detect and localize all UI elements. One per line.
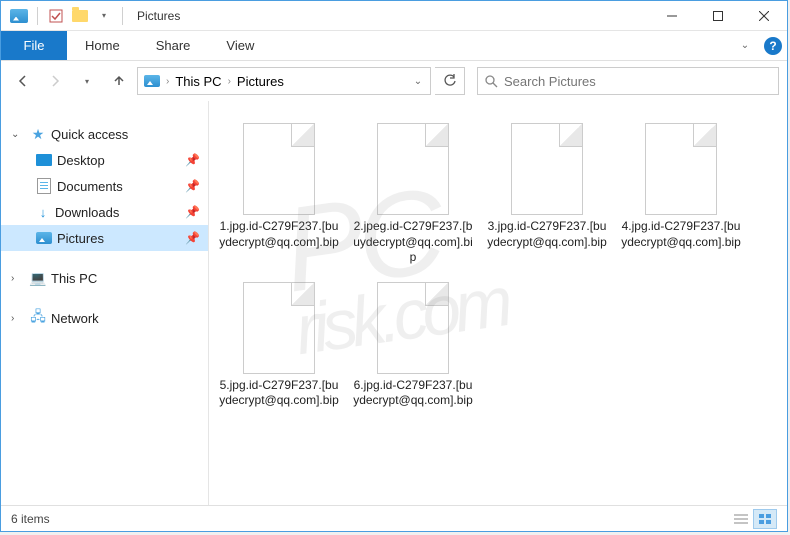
back-button[interactable] xyxy=(9,67,37,95)
titlebar: ▾ Pictures xyxy=(1,1,787,31)
help-button[interactable]: ? xyxy=(759,31,787,60)
chevron-right-icon[interactable]: › xyxy=(11,273,25,284)
breadcrumb-pictures[interactable]: Pictures xyxy=(233,74,288,89)
search-input[interactable] xyxy=(504,74,772,89)
documents-icon xyxy=(35,177,53,195)
sidebar-this-pc[interactable]: › 💻 This PC xyxy=(1,265,208,291)
pictures-icon xyxy=(35,229,53,247)
file-icon xyxy=(645,123,717,215)
tab-share[interactable]: Share xyxy=(138,31,209,60)
sidebar-network[interactable]: › 🖧 Network xyxy=(1,305,208,331)
separator xyxy=(37,7,38,25)
search-box[interactable] xyxy=(477,67,779,95)
chevron-right-icon[interactable]: › xyxy=(226,76,233,87)
chevron-right-icon[interactable]: › xyxy=(164,76,171,87)
pc-icon: 💻 xyxy=(29,269,47,287)
ribbon-expand-icon[interactable]: ⌄ xyxy=(731,31,759,60)
file-name: 6.jpg.id-C279F237.[buydecrypt@qq.com].bi… xyxy=(353,378,473,409)
sidebar-item-documents[interactable]: Documents 📌 xyxy=(1,173,208,199)
address-bar[interactable]: › This PC › Pictures ⌄ xyxy=(137,67,431,95)
details-view-button[interactable] xyxy=(729,509,753,529)
sidebar-item-label: Downloads xyxy=(55,205,119,220)
sidebar-quick-access[interactable]: ⌄ ★ Quick access xyxy=(1,121,208,147)
navigation-pane: ⌄ ★ Quick access Desktop 📌 Documents 📌 D… xyxy=(1,101,209,505)
sidebar-item-label: Desktop xyxy=(57,153,105,168)
close-button[interactable] xyxy=(741,1,787,31)
file-item[interactable]: 6.jpg.id-C279F237.[buydecrypt@qq.com].bi… xyxy=(351,276,475,415)
properties-icon[interactable] xyxy=(46,6,66,26)
pin-icon: 📌 xyxy=(185,153,200,167)
file-item[interactable]: 4.jpg.id-C279F237.[buydecrypt@qq.com].bi… xyxy=(619,117,743,272)
file-item[interactable]: 5.jpg.id-C279F237.[buydecrypt@qq.com].bi… xyxy=(217,276,341,415)
chevron-right-icon[interactable]: › xyxy=(11,313,25,324)
file-name: 3.jpg.id-C279F237.[buydecrypt@qq.com].bi… xyxy=(487,219,607,250)
file-item[interactable]: 1.jpg.id-C279F237.[buydecrypt@qq.com].bi… xyxy=(217,117,341,272)
pin-icon: 📌 xyxy=(185,205,200,219)
app-icon xyxy=(9,6,29,26)
separator xyxy=(122,7,123,25)
sidebar-item-label: Network xyxy=(51,311,99,326)
tab-home[interactable]: Home xyxy=(67,31,138,60)
file-name: 4.jpg.id-C279F237.[buydecrypt@qq.com].bi… xyxy=(621,219,741,250)
network-icon: 🖧 xyxy=(29,309,47,327)
chevron-down-icon[interactable]: ⌄ xyxy=(11,129,25,140)
sidebar-item-label: Quick access xyxy=(51,127,128,142)
recent-dropdown-icon[interactable]: ▾ xyxy=(73,67,101,95)
file-tab[interactable]: File xyxy=(1,31,67,60)
icons-view-button[interactable] xyxy=(753,509,777,529)
navbar: ▾ › This PC › Pictures ⌄ xyxy=(1,61,787,101)
pin-icon: 📌 xyxy=(185,231,200,245)
sidebar-item-downloads[interactable]: Downloads 📌 xyxy=(1,199,208,225)
address-dropdown-icon[interactable]: ⌄ xyxy=(408,76,428,87)
desktop-icon xyxy=(35,151,53,169)
item-count: 6 items xyxy=(11,512,50,526)
sidebar-item-desktop[interactable]: Desktop 📌 xyxy=(1,147,208,173)
file-icon xyxy=(243,123,315,215)
explorer-window: ▾ Pictures File Home Share View ⌄ ? xyxy=(0,0,788,532)
file-icon xyxy=(377,123,449,215)
up-button[interactable] xyxy=(105,67,133,95)
sidebar-item-pictures[interactable]: Pictures 📌 xyxy=(1,225,208,251)
file-list-pane[interactable]: 1.jpg.id-C279F237.[buydecrypt@qq.com].bi… xyxy=(209,101,787,505)
file-name: 5.jpg.id-C279F237.[buydecrypt@qq.com].bi… xyxy=(219,378,339,409)
folder-icon[interactable] xyxy=(70,6,90,26)
statusbar: 6 items xyxy=(1,505,787,531)
breadcrumb-this-pc[interactable]: This PC xyxy=(171,74,225,89)
maximize-button[interactable] xyxy=(695,1,741,31)
file-name: 2.jpeg.id-C279F237.[buydecrypt@qq.com].b… xyxy=(353,219,473,266)
file-icon xyxy=(243,282,315,374)
file-item[interactable]: 2.jpeg.id-C279F237.[buydecrypt@qq.com].b… xyxy=(351,117,475,272)
forward-button[interactable] xyxy=(41,67,69,95)
sidebar-item-label: Documents xyxy=(57,179,123,194)
ribbon: File Home Share View ⌄ ? xyxy=(1,31,787,61)
pin-icon: 📌 xyxy=(185,179,200,193)
star-icon: ★ xyxy=(29,125,47,143)
file-item[interactable]: 3.jpg.id-C279F237.[buydecrypt@qq.com].bi… xyxy=(485,117,609,272)
file-name: 1.jpg.id-C279F237.[buydecrypt@qq.com].bi… xyxy=(219,219,339,250)
sidebar-item-label: Pictures xyxy=(57,231,104,246)
sidebar-item-label: This PC xyxy=(51,271,97,286)
tab-view[interactable]: View xyxy=(208,31,272,60)
downloads-icon xyxy=(35,205,51,219)
file-icon xyxy=(377,282,449,374)
minimize-button[interactable] xyxy=(649,1,695,31)
search-icon xyxy=(484,74,498,88)
window-title: Pictures xyxy=(137,9,180,23)
qat-dropdown-icon[interactable]: ▾ xyxy=(94,6,114,26)
file-icon xyxy=(511,123,583,215)
refresh-button[interactable] xyxy=(435,67,465,95)
